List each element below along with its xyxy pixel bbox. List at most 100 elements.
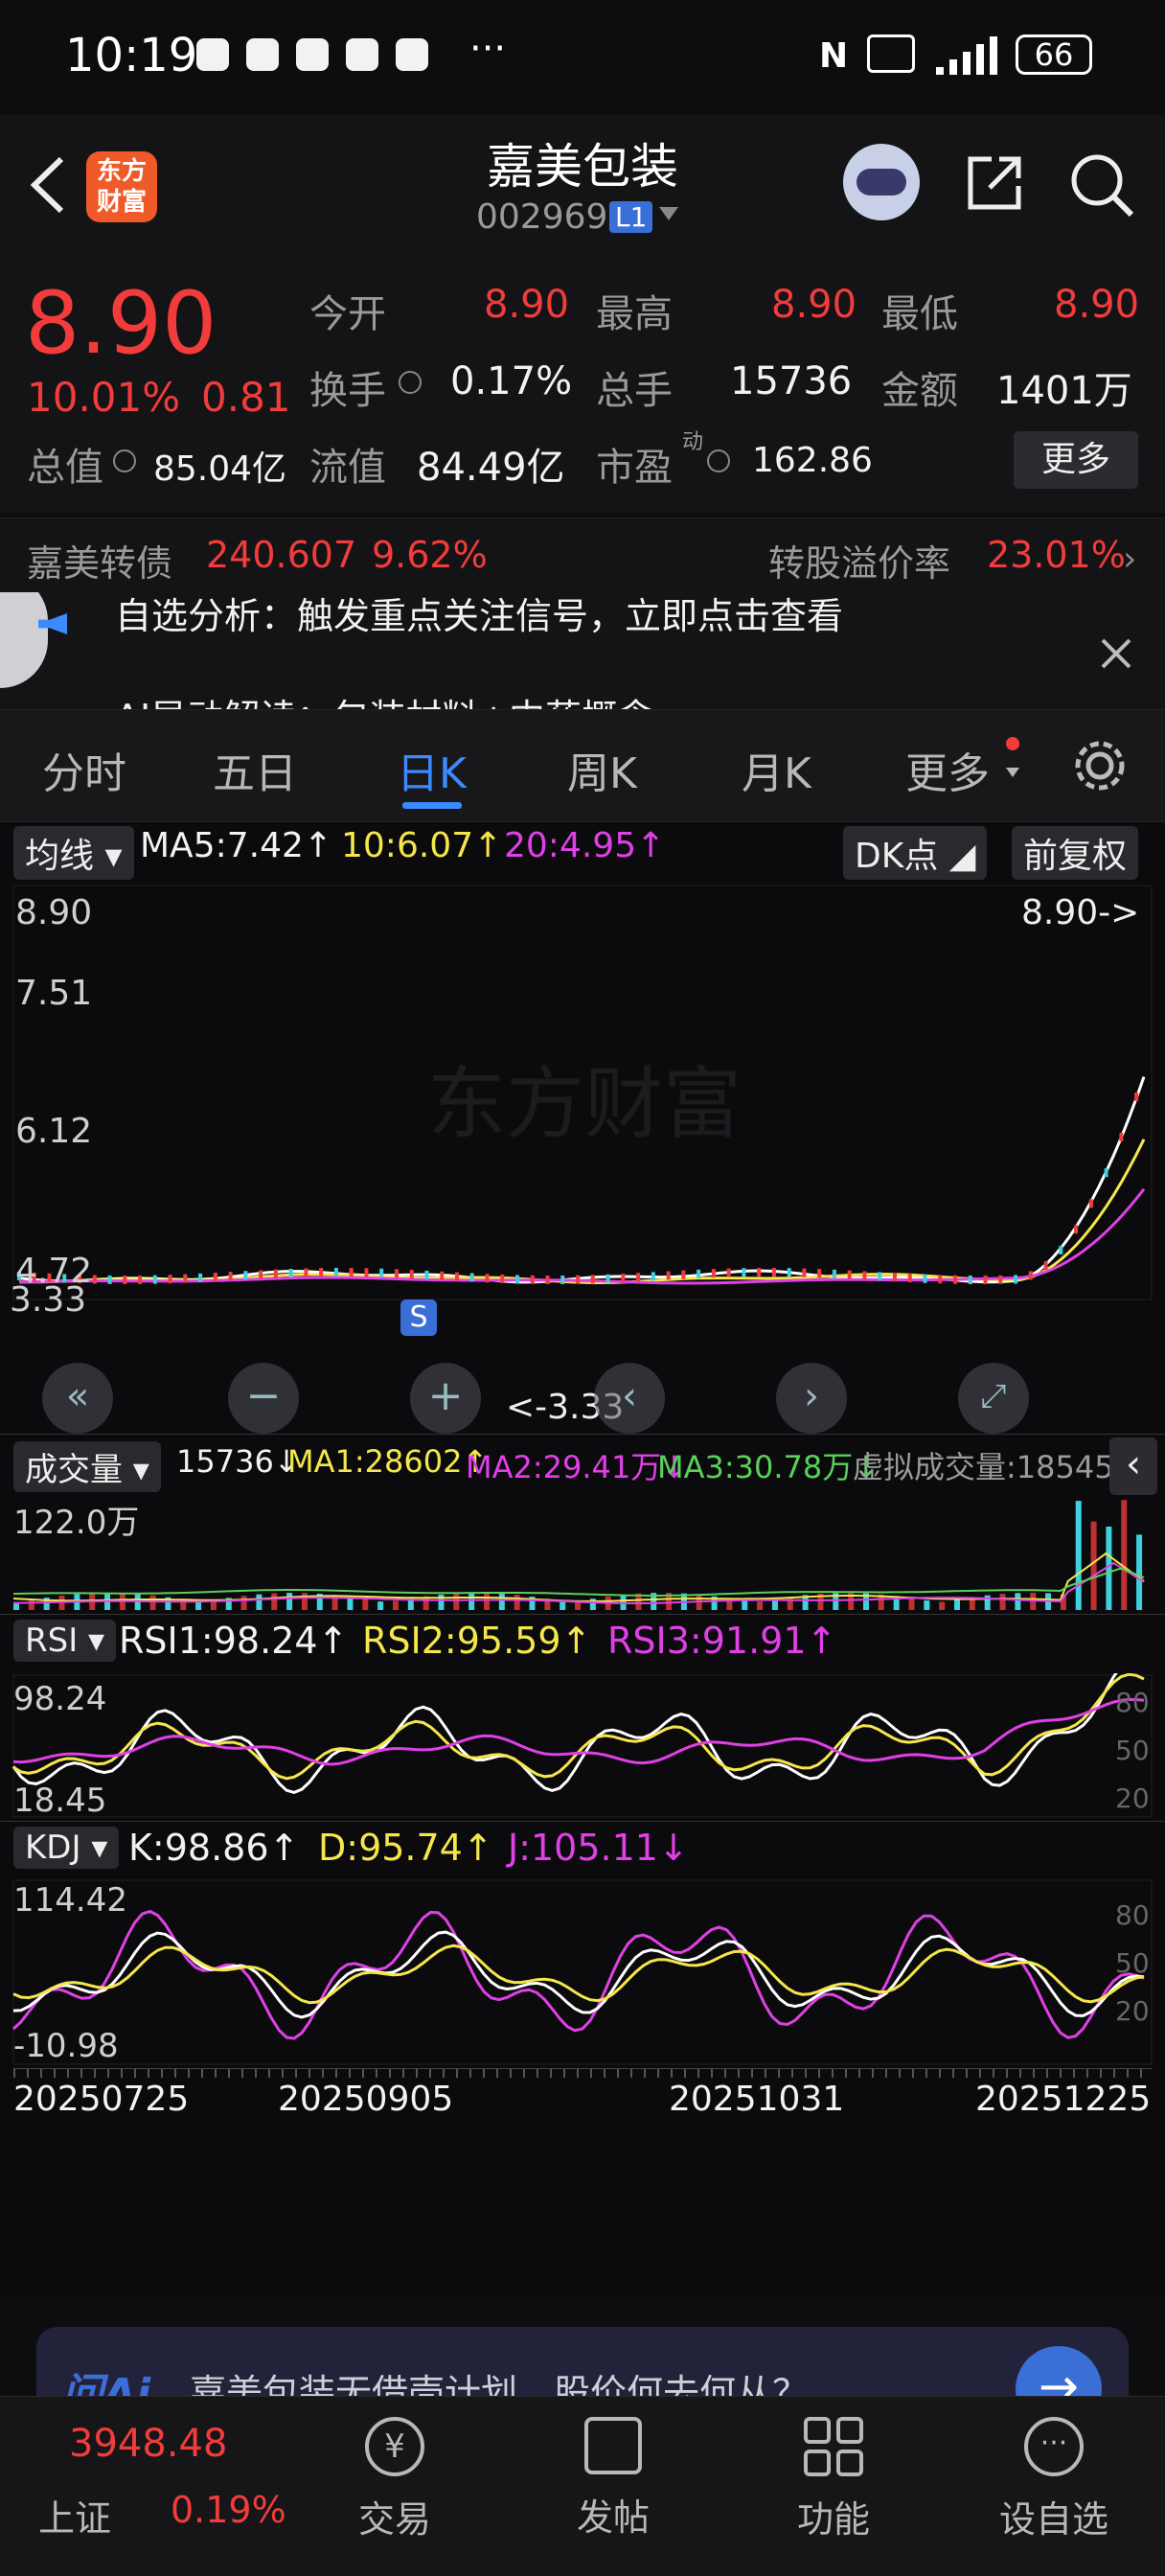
kdj-chart[interactable]: 114.42 -10.98 80 50 20 (0, 1878, 1165, 2066)
tab-intraday[interactable]: 分时 (42, 739, 126, 800)
candle (621, 1274, 626, 1283)
rsi-chart[interactable]: 98.24 18.45 80 50 20 (0, 1673, 1165, 1819)
kdj-level-20: 20 (1115, 1995, 1150, 2027)
status-time: 10:19 (65, 29, 198, 82)
more-button[interactable]: 更多 (1014, 431, 1138, 489)
zoom-out-icon[interactable]: − (228, 1363, 299, 1434)
date-label-2: 20250905 (278, 2080, 454, 2119)
close-icon[interactable] (1097, 634, 1135, 673)
kline-chart-area[interactable]: 均线 ▾ MA5:7.42↑ 10:6.07↑ 20:4.95↑ DK点 ◢ 前… (0, 822, 1165, 2298)
candle (862, 1271, 867, 1280)
gear-icon[interactable] (1071, 737, 1129, 794)
candle (681, 1270, 686, 1279)
tab-five-day[interactable]: 五日 (213, 739, 297, 800)
notice-banner[interactable]: 自选分析：触发重点关注信号，立即点击查看 AI异动解读：包装材料+中药概念 (0, 592, 1165, 709)
candle (1088, 1199, 1093, 1208)
candlestick-chart[interactable]: 东方财富 8.90 7.51 6.12 4.72 8.90-> (0, 882, 1165, 1303)
info-icon[interactable] (707, 449, 730, 472)
sell-signal-marker[interactable]: S (400, 1300, 437, 1336)
candle (259, 1270, 263, 1279)
rsi-y-bottom: 18.45 (13, 1782, 106, 1819)
candle (515, 1275, 520, 1284)
open-value: 8.90 (484, 283, 570, 327)
candle (983, 1275, 988, 1284)
adjust-selector[interactable]: 前复权 (1012, 826, 1139, 880)
tab-daily-k[interactable]: 日K (397, 739, 467, 800)
scroll-left-icon[interactable]: ‹ (594, 1363, 665, 1434)
volume-current: 15736↓ (176, 1443, 300, 1480)
scroll-right-icon[interactable]: › (776, 1363, 847, 1434)
nav-functions[interactable]: 功能 (776, 2417, 891, 2542)
convertible-bond-row[interactable]: 嘉美转债 240.607 9.62% 转股溢价率 23.01% › (0, 518, 1165, 592)
premium-value: 23.01% (987, 534, 1126, 576)
info-icon[interactable] (399, 371, 422, 394)
index-name[interactable]: 上证 (38, 2489, 111, 2542)
nav-add-watchlist[interactable]: ··· 设自选 (996, 2417, 1111, 2542)
candle (530, 1275, 535, 1284)
candle (1043, 1261, 1048, 1271)
fullscreen-icon[interactable]: ⤢ (958, 1363, 1029, 1434)
volume-bar (787, 1597, 793, 1610)
floating-assistant-icon[interactable] (0, 592, 48, 688)
candle (228, 1272, 233, 1281)
volume-ma2-line (13, 1561, 1145, 1604)
bond-name: 嘉美转债 (27, 542, 173, 585)
candle (832, 1269, 836, 1278)
candle (440, 1271, 445, 1280)
zoom-in-icon[interactable]: + (410, 1363, 481, 1434)
candle (288, 1268, 293, 1277)
candle (636, 1273, 641, 1282)
pe-label: 市盈 (596, 446, 673, 490)
candle (198, 1273, 203, 1282)
candle (1059, 1245, 1063, 1254)
indicator-selector[interactable]: 均线 ▾ (13, 826, 134, 880)
search-icon[interactable] (1068, 151, 1135, 218)
volume-bar (514, 1595, 520, 1610)
candle (333, 1268, 338, 1277)
volume-bar (1121, 1500, 1128, 1610)
index-value[interactable]: 3948.48 (69, 2422, 227, 2466)
y-axis-top: 8.90 (15, 893, 92, 932)
last-price: 8.90 (25, 273, 217, 374)
dk-point-selector[interactable]: DK点 ◢ (843, 826, 988, 880)
info-icon[interactable] (113, 449, 136, 472)
volume-ma2: MA2:29.41万↓ (466, 1449, 688, 1485)
volume-value: 15736 (730, 359, 853, 403)
notice-line-2[interactable]: AI异动解读：包装材料+中药概念 (115, 688, 654, 709)
tab-monthly-k[interactable]: 月K (742, 739, 811, 800)
share-icon[interactable] (963, 151, 1026, 215)
volume-selector[interactable]: 成交量 ▾ (13, 1441, 161, 1492)
candle (213, 1273, 217, 1282)
level-badge: L1 (609, 201, 653, 233)
y-axis-3: 6.12 (15, 1112, 92, 1151)
rsi1-value: RSI1:98.24↑ (119, 1620, 349, 1662)
bond-change-percent: 9.62% (372, 534, 488, 576)
volume-bar (1090, 1521, 1097, 1610)
tab-weekly-k[interactable]: 周K (567, 739, 637, 800)
volume-chart[interactable]: 122.0万 (0, 1493, 1165, 1612)
nav-trade[interactable]: ¥ 交易 (337, 2417, 452, 2542)
volume-bar (362, 1598, 369, 1610)
chevron-down-icon[interactable] (659, 207, 678, 220)
volume-bar (392, 1600, 399, 1610)
more-dots-icon: ··· (1024, 2417, 1084, 2476)
nav-post[interactable]: 发帖 (556, 2417, 671, 2541)
tab-more[interactable]: 更多 (905, 739, 990, 800)
kdj-selector[interactable]: KDJ ▾ (13, 1827, 120, 1869)
ai-robot-icon[interactable] (843, 144, 920, 220)
volume-bar (453, 1593, 460, 1610)
volume-bar (240, 1596, 247, 1610)
candle (560, 1275, 565, 1284)
candle (500, 1274, 505, 1283)
notice-line-1[interactable]: 自选分析：触发重点关注信号，立即点击查看 (115, 592, 843, 639)
volume-ma3: MA3:30.78万↓ (657, 1449, 879, 1485)
candle (545, 1275, 550, 1284)
scroll-left-fast-icon[interactable]: « (42, 1363, 113, 1434)
turnover-value: 0.17% (450, 359, 573, 403)
collapse-panel-icon[interactable]: ‹ (1109, 1438, 1157, 1495)
rsi-selector[interactable]: RSI ▾ (13, 1620, 117, 1662)
vibrate-icon (867, 34, 915, 73)
index-change-percent[interactable]: 0.19% (171, 2489, 286, 2531)
candle (651, 1272, 655, 1281)
volume-bar (286, 1593, 293, 1610)
